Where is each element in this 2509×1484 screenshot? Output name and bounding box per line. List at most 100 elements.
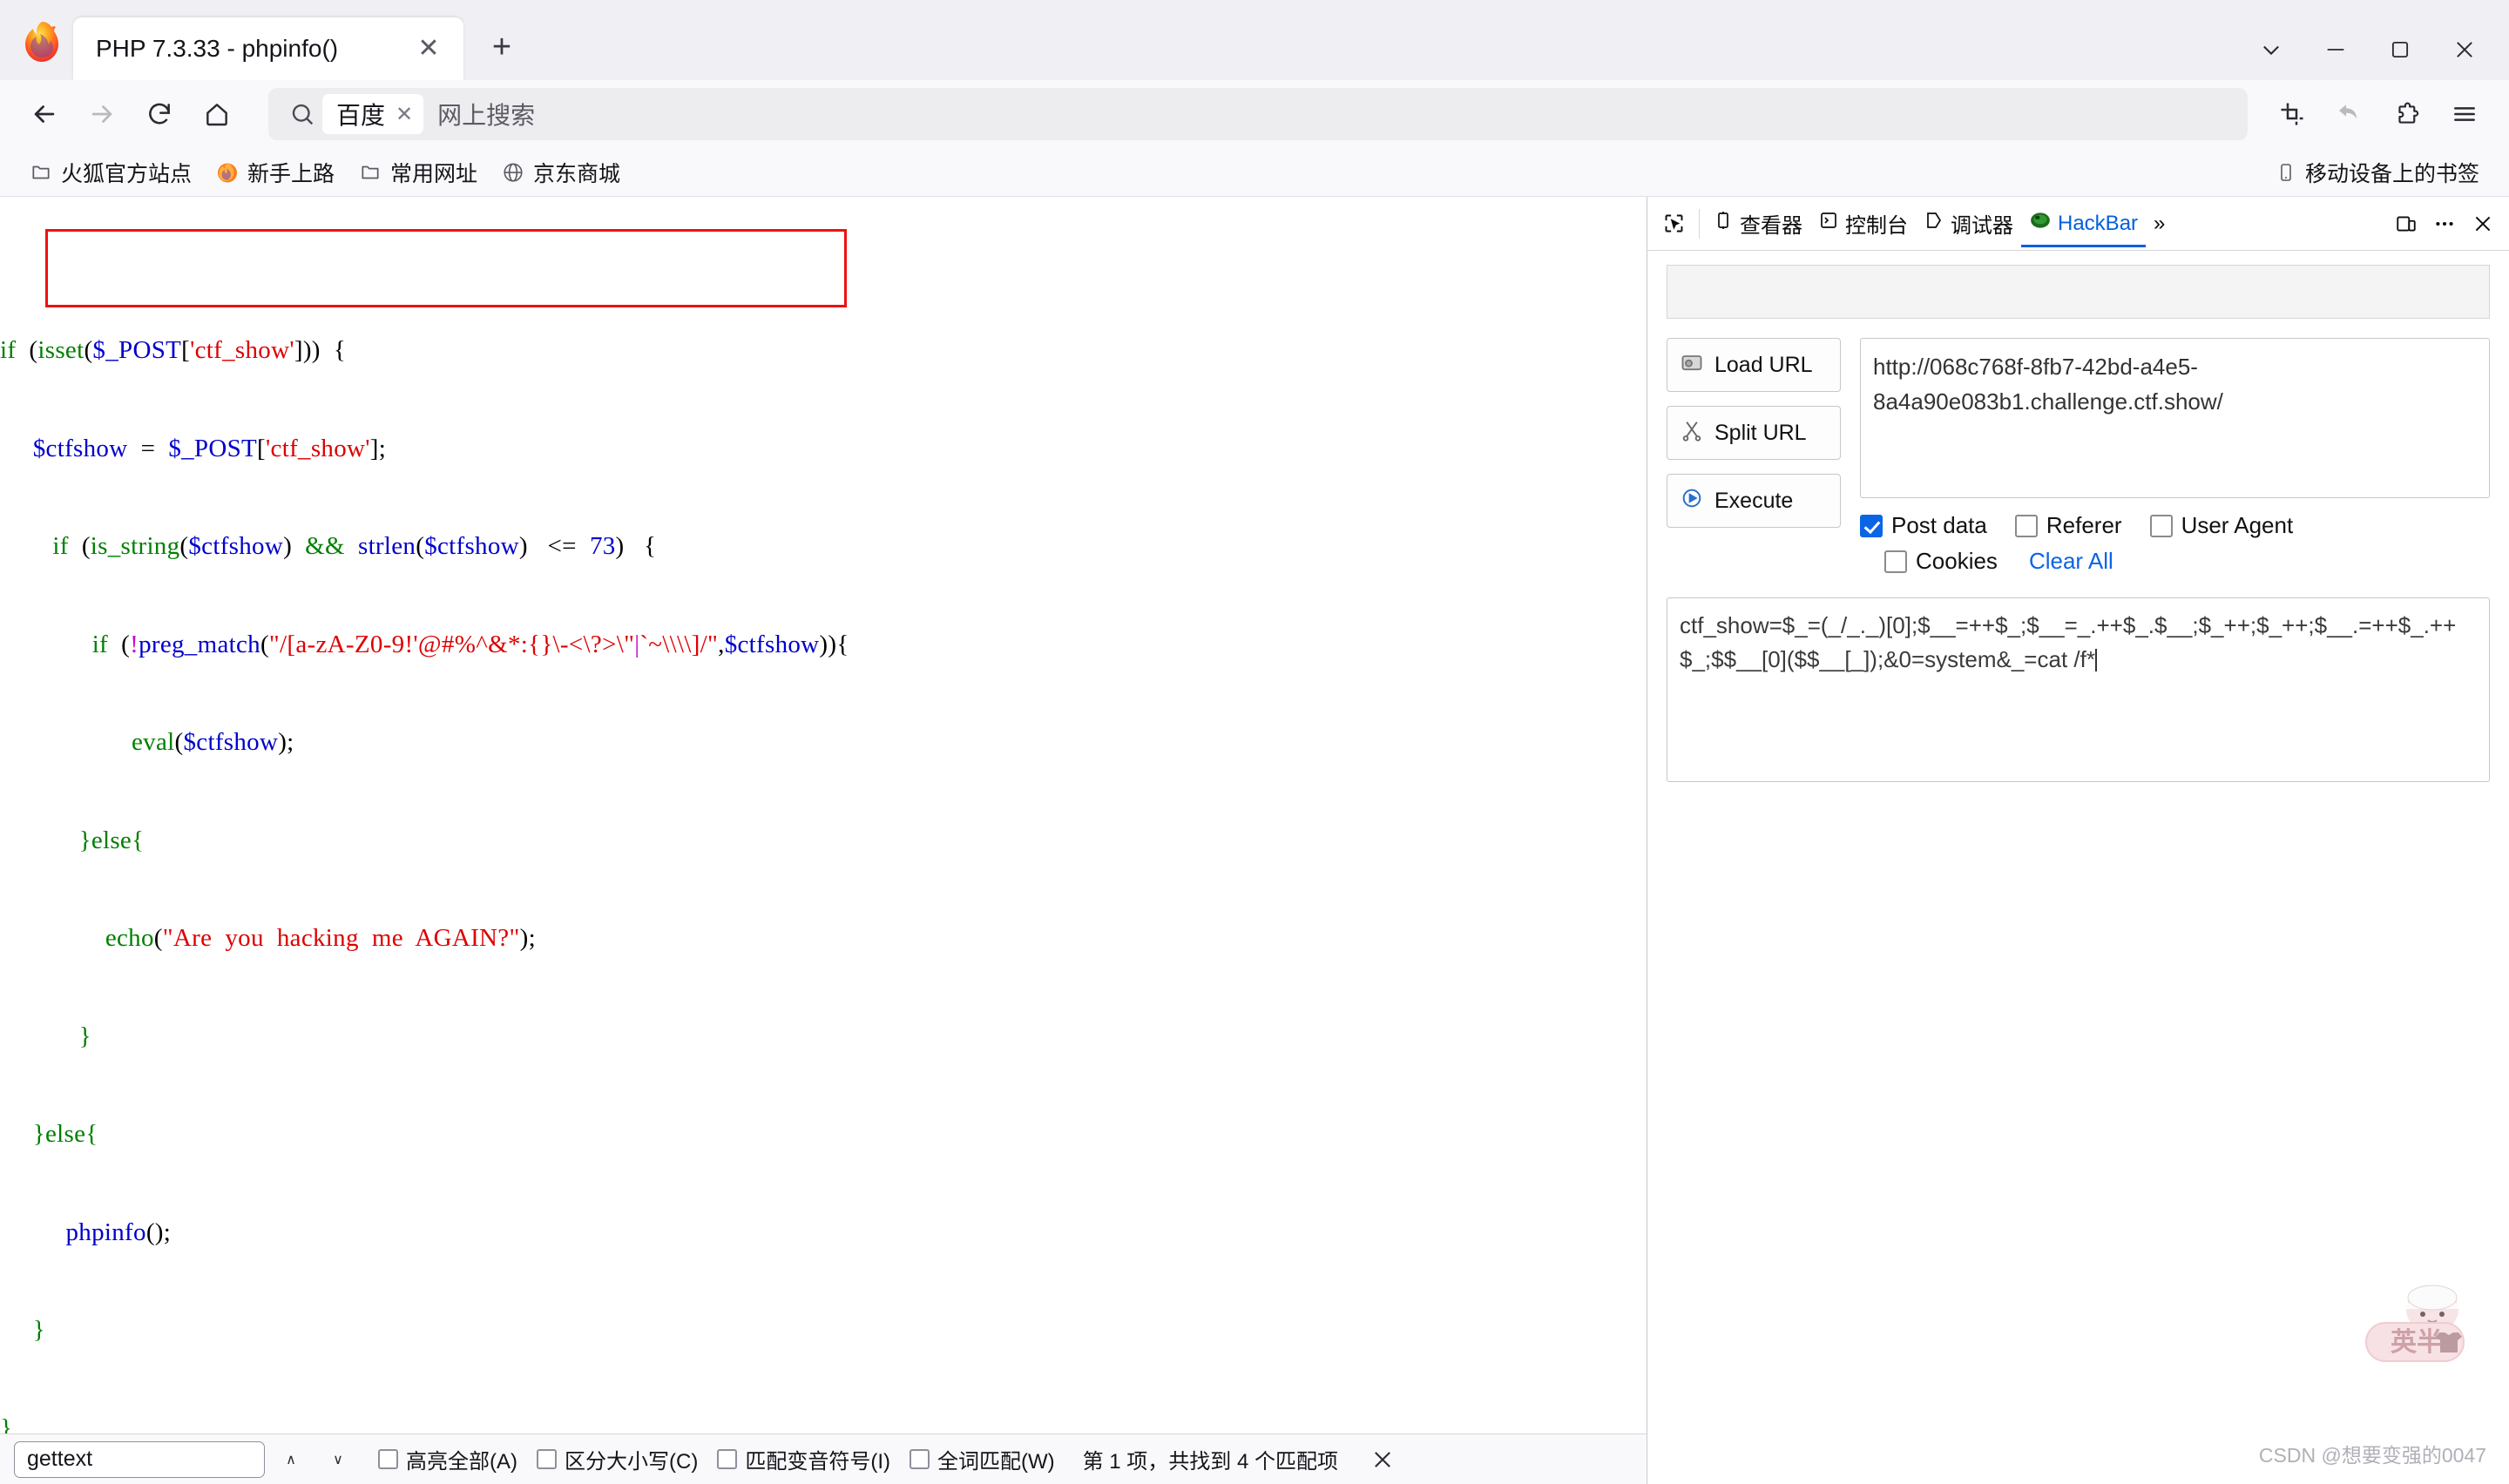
split-url-button[interactable]: Split URL: [1667, 406, 1841, 460]
window-maximize-button[interactable]: [2368, 19, 2432, 80]
url-textarea[interactable]: http://068c768f-8fb7-42bd-a4e5-8a4a90e08…: [1860, 338, 2490, 498]
option-label: 高亮全部(A): [406, 1450, 517, 1474]
globe-icon: [502, 161, 524, 184]
code-line-3: if (is_string($ctfshow) && strlen($ctfsh…: [52, 532, 657, 560]
option-label: 全词匹配(W): [937, 1450, 1055, 1474]
hackbar-icon: [2029, 209, 2052, 238]
firefox-icon: [216, 161, 239, 184]
undo-arrow-icon[interactable]: [2321, 87, 2378, 141]
address-bar[interactable]: 百度 ✕ 网上搜索: [268, 88, 2248, 140]
home-icon[interactable]: [188, 87, 246, 141]
whole-words-option[interactable]: 全词匹配(W): [909, 1444, 1055, 1474]
code-line-1: if (isset($_POST['ctf_show'])) {: [0, 336, 347, 364]
hackbar-options-row-1: Post data Referer User Agent: [1860, 512, 2490, 539]
bookmark-item-1[interactable]: 新手上路: [204, 153, 347, 192]
crop-icon[interactable]: [2263, 87, 2321, 141]
tab-label: 控制台: [1845, 214, 1908, 238]
hackbar-toolbar-strip: [1667, 265, 2490, 319]
match-diacritics-option[interactable]: 匹配变音符号(I): [717, 1444, 890, 1474]
referer-label: Referer: [2046, 512, 2122, 538]
post-data-checkbox[interactable]: [1860, 514, 1883, 537]
close-icon[interactable]: [2464, 200, 2502, 247]
new-tab-button[interactable]: +: [477, 23, 526, 71]
php-source-code: if (isset($_POST['ctf_show'])) { $ctfsho…: [0, 197, 1647, 1433]
code-line-2: $ctfshow = $_POST['ctf_show'];: [32, 434, 387, 462]
bookmark-item-3[interactable]: 京东商城: [490, 153, 632, 192]
hackbar-options: Post data Referer User Agent Cookies Cle…: [1860, 512, 2490, 575]
clear-all-link[interactable]: Clear All: [2029, 548, 2113, 575]
responsive-design-icon[interactable]: [2387, 200, 2425, 247]
code-line-11: }: [0, 1316, 45, 1344]
user-agent-checkbox[interactable]: [2149, 514, 2173, 537]
code-line-7: echo("Are you hacking me AGAIN?");: [105, 924, 536, 952]
devtools-panel: 查看器 控制台 调试器 HackBar » Load URL Split URL…: [1647, 197, 2509, 1484]
button-label: Execute: [1714, 488, 1794, 513]
highlight-all-option[interactable]: 高亮全部(A): [378, 1444, 517, 1474]
button-label: Load URL: [1714, 352, 1813, 377]
load-url-button[interactable]: Load URL: [1667, 338, 1841, 392]
bookmark-item-0[interactable]: 火狐官方站点: [17, 153, 204, 192]
find-input[interactable]: gettext: [14, 1440, 265, 1478]
code-line-6: }else{: [0, 826, 145, 854]
match-case-checkbox[interactable]: [537, 1449, 557, 1469]
bookmark-label: 京东商城: [533, 161, 621, 186]
tab-label: HackBar: [2058, 211, 2139, 235]
hamburger-menu-icon[interactable]: [2436, 87, 2493, 141]
devtools-tab-inspector[interactable]: 查看器: [1705, 200, 1810, 247]
window-close-button[interactable]: [2432, 19, 2497, 80]
mobile-bookmarks-item[interactable]: 移动设备上的书签: [2263, 153, 2492, 192]
find-next-button[interactable]: ∨: [317, 1440, 359, 1479]
cookies-label: Cookies: [1916, 548, 1998, 574]
console-icon: [1818, 210, 1839, 237]
debugger-icon: [1924, 210, 1944, 237]
tab-list-button[interactable]: [2239, 19, 2303, 80]
load-url-icon: [1680, 350, 1704, 381]
code-line-10: phpinfo();: [65, 1218, 172, 1246]
tab-title: PHP 7.3.33 - phpinfo(): [96, 35, 339, 62]
devtools-tab-console[interactable]: 控制台: [1810, 200, 1916, 247]
execute-button[interactable]: Execute: [1667, 474, 1841, 528]
match-diacritics-checkbox[interactable]: [717, 1449, 738, 1469]
devtools-overflow-button[interactable]: »: [2146, 200, 2173, 247]
search-engine-remove-icon[interactable]: ✕: [396, 102, 413, 127]
window-minimize-button[interactable]: [2303, 19, 2368, 80]
bookmark-item-2[interactable]: 常用网址: [347, 153, 490, 192]
post-data-label: Post data: [1891, 512, 1987, 538]
post-data-textarea[interactable]: ctf_show=$_=(_/_._)[0];$__=++$_;$__=_.++…: [1667, 597, 2490, 782]
find-previous-button[interactable]: ∧: [270, 1440, 312, 1479]
whole-words-checkbox[interactable]: [909, 1449, 930, 1469]
tab-close-icon[interactable]: ✕: [409, 30, 448, 68]
option-label: 区分大小写(C): [565, 1450, 699, 1474]
bookmark-label: 常用网址: [390, 161, 478, 186]
toolbar-separator: [1699, 208, 1700, 239]
folder-icon: [359, 161, 382, 184]
reload-icon[interactable]: [131, 87, 188, 141]
devtools-tab-debugger[interactable]: 调试器: [1916, 200, 2021, 247]
option-label: 匹配变音符号(I): [745, 1450, 890, 1474]
find-close-icon[interactable]: [1361, 1440, 1404, 1479]
browser-tab[interactable]: PHP 7.3.33 - phpinfo() ✕: [73, 17, 463, 80]
referer-checkbox[interactable]: [2014, 514, 2038, 537]
devtools-tab-hackbar[interactable]: HackBar: [2021, 200, 2146, 247]
hackbar-main-row: Load URL Split URL Execute http://068c76…: [1667, 338, 2490, 575]
code-highlight-box: [45, 229, 847, 307]
button-label: Split URL: [1714, 420, 1807, 445]
forward-arrow-icon[interactable]: [73, 87, 131, 141]
cookies-checkbox[interactable]: [1884, 550, 1907, 573]
meatball-menu-icon[interactable]: [2425, 200, 2464, 247]
highlight-all-checkbox[interactable]: [378, 1449, 398, 1469]
search-engine-chip[interactable]: 百度 ✕: [322, 94, 424, 134]
match-case-option[interactable]: 区分大小写(C): [537, 1444, 698, 1474]
element-picker-icon[interactable]: [1654, 200, 1694, 247]
mobile-icon: [2276, 162, 2296, 183]
watermark-text: CSDN @想要变强的0047: [2258, 1444, 2486, 1467]
bookmarks-bar: 火狐官方站点 新手上路 常用网址 京东商城 移动设备上的书签: [0, 148, 2509, 197]
back-arrow-icon[interactable]: [16, 87, 73, 141]
hackbar-options-row-2: Cookies Clear All: [1860, 548, 2490, 575]
extensions-puzzle-icon[interactable]: [2378, 87, 2436, 141]
user-agent-label: User Agent: [2181, 512, 2294, 538]
inspector-icon: [1713, 210, 1734, 237]
post-data-value: ctf_show=$_=(_/_._)[0];$__=++$_;$__=_.++…: [1680, 612, 2457, 672]
bookmark-label: 火狐官方站点: [61, 161, 193, 186]
hackbar-url-section: http://068c768f-8fb7-42bd-a4e5-8a4a90e08…: [1860, 338, 2490, 575]
